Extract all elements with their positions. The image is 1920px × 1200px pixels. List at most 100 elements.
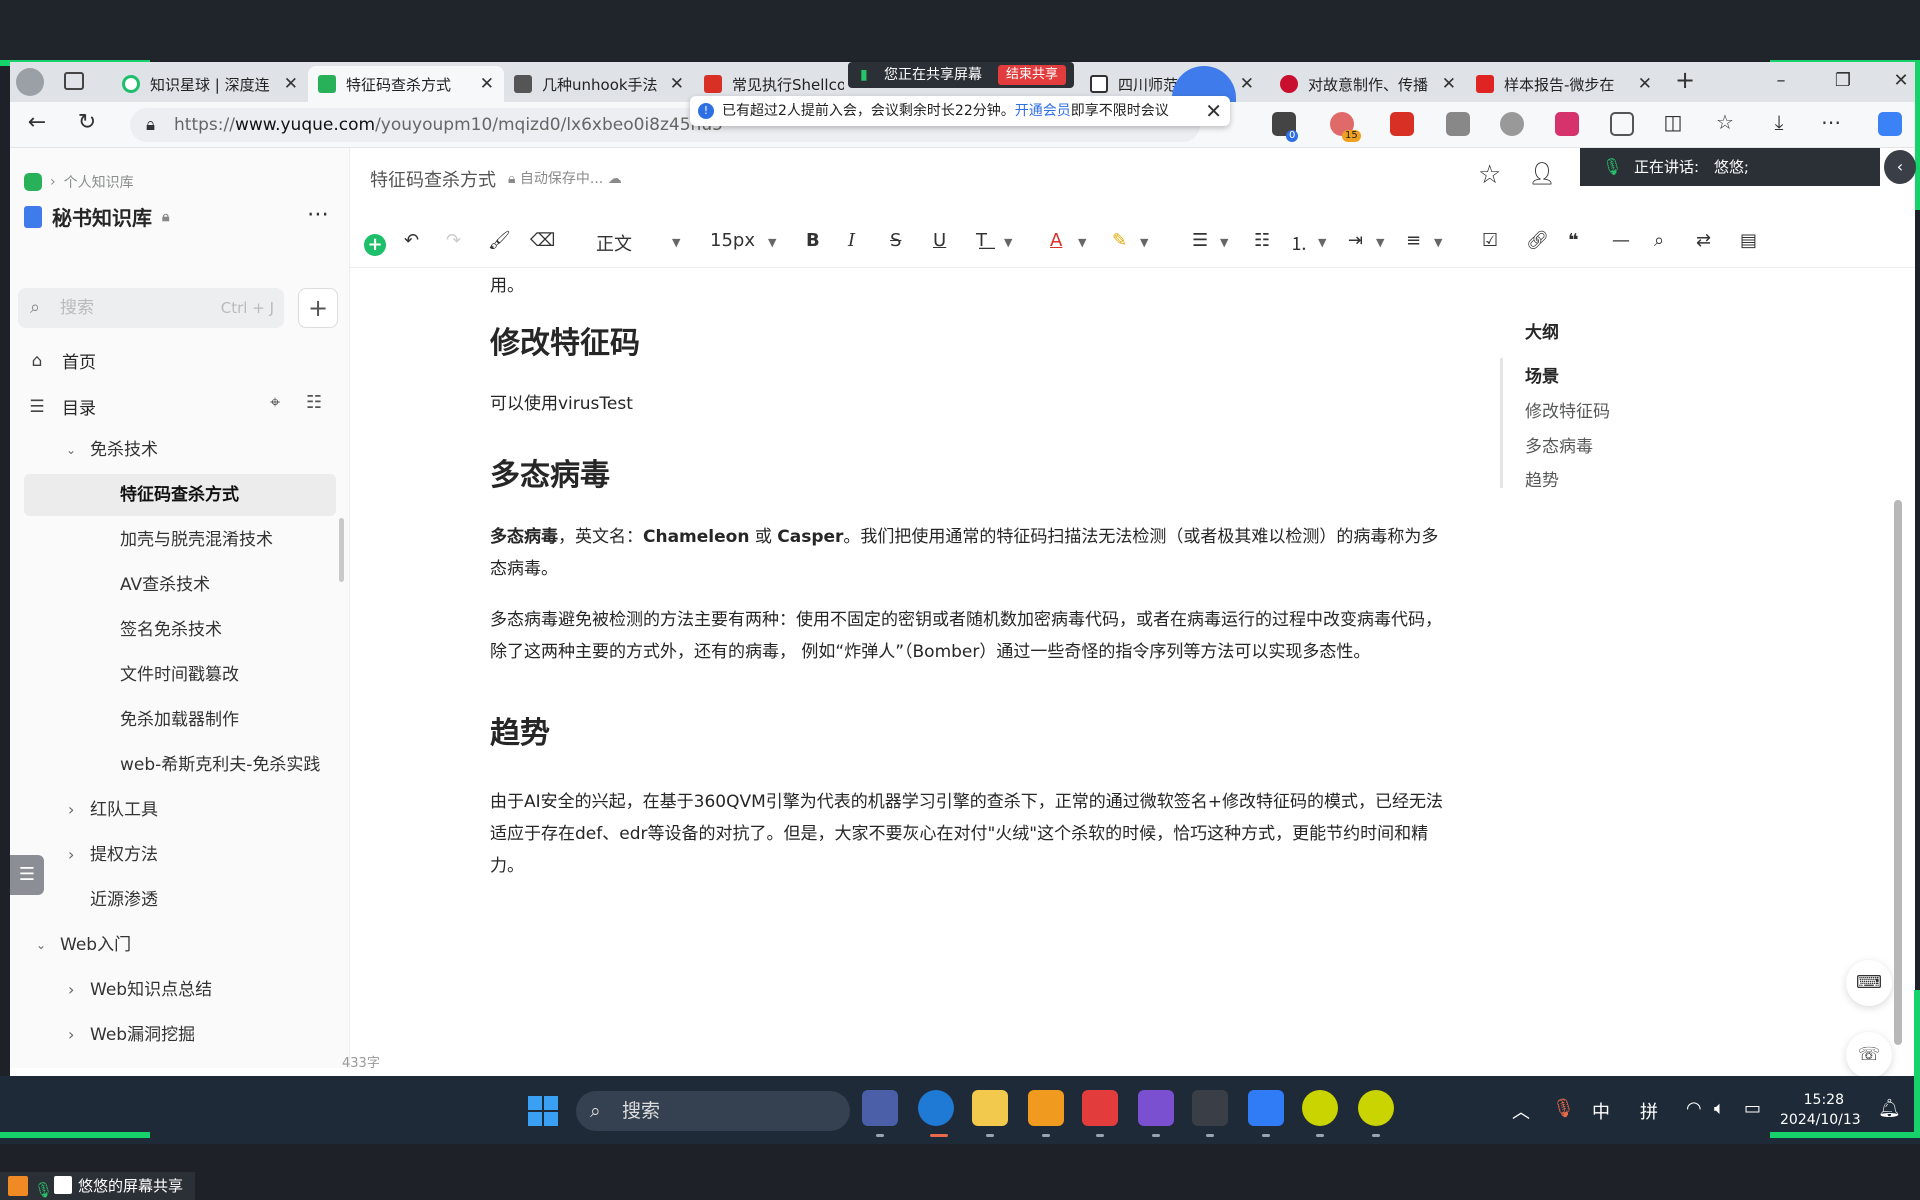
tree-item-folder[interactable]: › 提权方法	[24, 834, 336, 876]
nav-home[interactable]: ⌂ 首页	[26, 348, 96, 374]
app-cat-icon[interactable]	[862, 1090, 898, 1126]
insert-block-button[interactable]: +	[364, 234, 386, 256]
quote-icon[interactable]: ❝	[1568, 230, 1579, 251]
tree-item-folder[interactable]: ⌄ Web入门	[24, 924, 336, 966]
chevron-down-icon[interactable]: ▼	[1078, 236, 1086, 249]
translate-icon[interactable]: ⇄	[1696, 230, 1711, 251]
redo-icon[interactable]: ↷	[446, 230, 461, 251]
edge-icon[interactable]	[918, 1090, 954, 1126]
line-height-icon[interactable]: ≡	[1406, 230, 1421, 251]
ime-mode[interactable]: 中	[1592, 1098, 1610, 1124]
add-button[interactable]: +	[298, 288, 338, 328]
chevron-down-icon[interactable]: ▼	[1434, 236, 1442, 249]
close-window-icon[interactable]: ✕	[1886, 70, 1916, 91]
tab-unhook[interactable]: 几种unhook手法 ✕	[504, 66, 694, 102]
tree-item-folder[interactable]: › Web知识点总结	[24, 969, 336, 1011]
outline-item[interactable]: 多态病毒	[1525, 432, 1593, 457]
collapse-list-icon[interactable]: ☷	[306, 392, 322, 413]
tree-item-folder[interactable]: ⌄ 免杀技术	[24, 429, 336, 471]
kb-more-icon[interactable]: ⋯	[307, 202, 329, 227]
wifi-icon[interactable]: ◠	[1686, 1098, 1702, 1119]
add-user-icon[interactable]: 👤︎	[1528, 162, 1556, 187]
outline-item[interactable]: 趋势	[1525, 466, 1559, 491]
clear-format-icon[interactable]: ⌫	[530, 230, 555, 251]
split-screen-icon[interactable]: ◫	[1658, 110, 1688, 134]
close-icon[interactable]: ✕	[1240, 74, 1254, 94]
copilot-icon[interactable]	[1878, 112, 1902, 136]
windows-start-icon[interactable]	[528, 1096, 558, 1126]
visual-studio-icon[interactable]	[1138, 1090, 1174, 1126]
format-painter-icon[interactable]: 🖌︎	[488, 230, 511, 251]
bold-icon[interactable]: B	[806, 230, 820, 251]
search-doc-icon[interactable]: ⌕	[1654, 230, 1664, 251]
tree-item[interactable]: web-希斯克利夫-免杀实践	[24, 744, 336, 786]
tree-item-folder[interactable]: › Web漏洞挖掘	[24, 1014, 336, 1056]
chevron-down-icon[interactable]: ▼	[1376, 236, 1384, 249]
text-effects-icon[interactable]: T͟	[976, 230, 987, 251]
tree-item-folder[interactable]: › 红队工具	[24, 789, 336, 831]
mic-icon[interactable]: 🎙︎	[1552, 1098, 1575, 1119]
indent-icon[interactable]: ⇥	[1348, 230, 1363, 251]
close-icon[interactable]: ✕	[670, 74, 684, 94]
settings-extension-icon[interactable]	[1500, 112, 1524, 136]
link-icon[interactable]: 🔗︎	[1526, 230, 1549, 251]
align-icon[interactable]: ☰	[1192, 230, 1208, 251]
profile-avatar[interactable]	[16, 68, 44, 96]
volume-icon[interactable]: 🔈︎	[1714, 1098, 1725, 1119]
app-icon[interactable]	[1302, 1090, 1338, 1126]
end-share-button[interactable]: 结束共享	[997, 65, 1066, 85]
ordered-list-icon[interactable]: ⒈	[1290, 230, 1308, 256]
tree-item[interactable]: 签名免杀技术	[24, 609, 336, 651]
tab-zsxq[interactable]: 知识星球 | 深度连 ✕	[112, 66, 308, 102]
notification-icon[interactable]: 🔔︎	[1878, 1098, 1901, 1119]
undo-icon[interactable]: ↶	[404, 230, 419, 251]
tab-threatbook[interactable]: 样本报告-微步在 ✕	[1466, 66, 1662, 102]
tree-item[interactable]: 免杀加载器制作	[24, 699, 336, 741]
file-explorer-icon[interactable]	[972, 1090, 1008, 1126]
highlight-icon[interactable]: ✎	[1112, 230, 1127, 251]
translate-extension-icon[interactable]	[1555, 112, 1579, 136]
tab-actions-icon[interactable]	[64, 72, 84, 90]
chevron-down-icon[interactable]: ▼	[1004, 236, 1012, 249]
app-icon[interactable]	[1028, 1090, 1064, 1126]
divider-icon[interactable]: —	[1612, 230, 1630, 251]
font-color-icon[interactable]: A	[1050, 230, 1062, 251]
favorites-icon[interactable]: ☆	[1710, 110, 1740, 134]
chevron-up-icon[interactable]: ︿	[1512, 1098, 1530, 1124]
close-icon[interactable]: ✕	[1205, 96, 1222, 126]
paragraph-style-select[interactable]: 正文	[596, 230, 632, 256]
tree-item[interactable]: 近源渗透	[24, 879, 336, 921]
terminal-icon[interactable]	[1192, 1090, 1228, 1126]
new-tab-button[interactable]: +	[1670, 66, 1700, 94]
pdf-extension-icon[interactable]	[1390, 112, 1414, 136]
italic-icon[interactable]: I	[848, 230, 855, 251]
font-size-select[interactable]: 15px	[710, 230, 755, 251]
tree-item[interactable]: AV查杀技术	[24, 564, 336, 606]
chevron-down-icon[interactable]: ▼	[1220, 236, 1228, 249]
outline-item[interactable]: 修改特征码	[1525, 397, 1610, 422]
strikethrough-icon[interactable]: S	[890, 230, 901, 251]
doc-title[interactable]: 特征码查杀方式	[370, 166, 496, 192]
close-icon[interactable]: ✕	[1442, 74, 1456, 94]
star-icon[interactable]: ☆	[1478, 160, 1501, 190]
tab-active-doc[interactable]: 特征码查杀方式 ✕	[308, 66, 504, 102]
close-icon[interactable]: ✕	[284, 74, 298, 94]
app-icon[interactable]	[1358, 1090, 1394, 1126]
chevron-down-icon[interactable]: ▼	[1318, 236, 1326, 249]
bullet-list-icon[interactable]: ☷	[1254, 230, 1270, 251]
clock[interactable]: 15:28 2024/10/13	[1780, 1090, 1861, 1130]
chevron-down-icon[interactable]: ▼	[672, 236, 680, 249]
tree-item-selected[interactable]: 特征码查杀方式	[24, 474, 336, 516]
app-icon[interactable]	[1248, 1090, 1284, 1126]
sidebar-scrollbar[interactable]	[339, 518, 344, 582]
upgrade-link[interactable]: 开通会员	[1015, 103, 1071, 119]
tree-item[interactable]: 加壳与脱壳混淆技术	[24, 519, 336, 561]
chevron-down-icon[interactable]: ▼	[1140, 236, 1148, 249]
extension-icon[interactable]	[1446, 112, 1470, 136]
minimize-icon[interactable]: –	[1766, 70, 1796, 91]
ime-pinyin[interactable]: 拼	[1640, 1098, 1658, 1124]
more-icon[interactable]: ⋯	[1816, 110, 1846, 134]
document-scrollbar[interactable]	[1894, 500, 1902, 1045]
close-icon[interactable]: ✕	[480, 74, 494, 94]
tree-item[interactable]: 文件时间戳篡改	[24, 654, 336, 696]
